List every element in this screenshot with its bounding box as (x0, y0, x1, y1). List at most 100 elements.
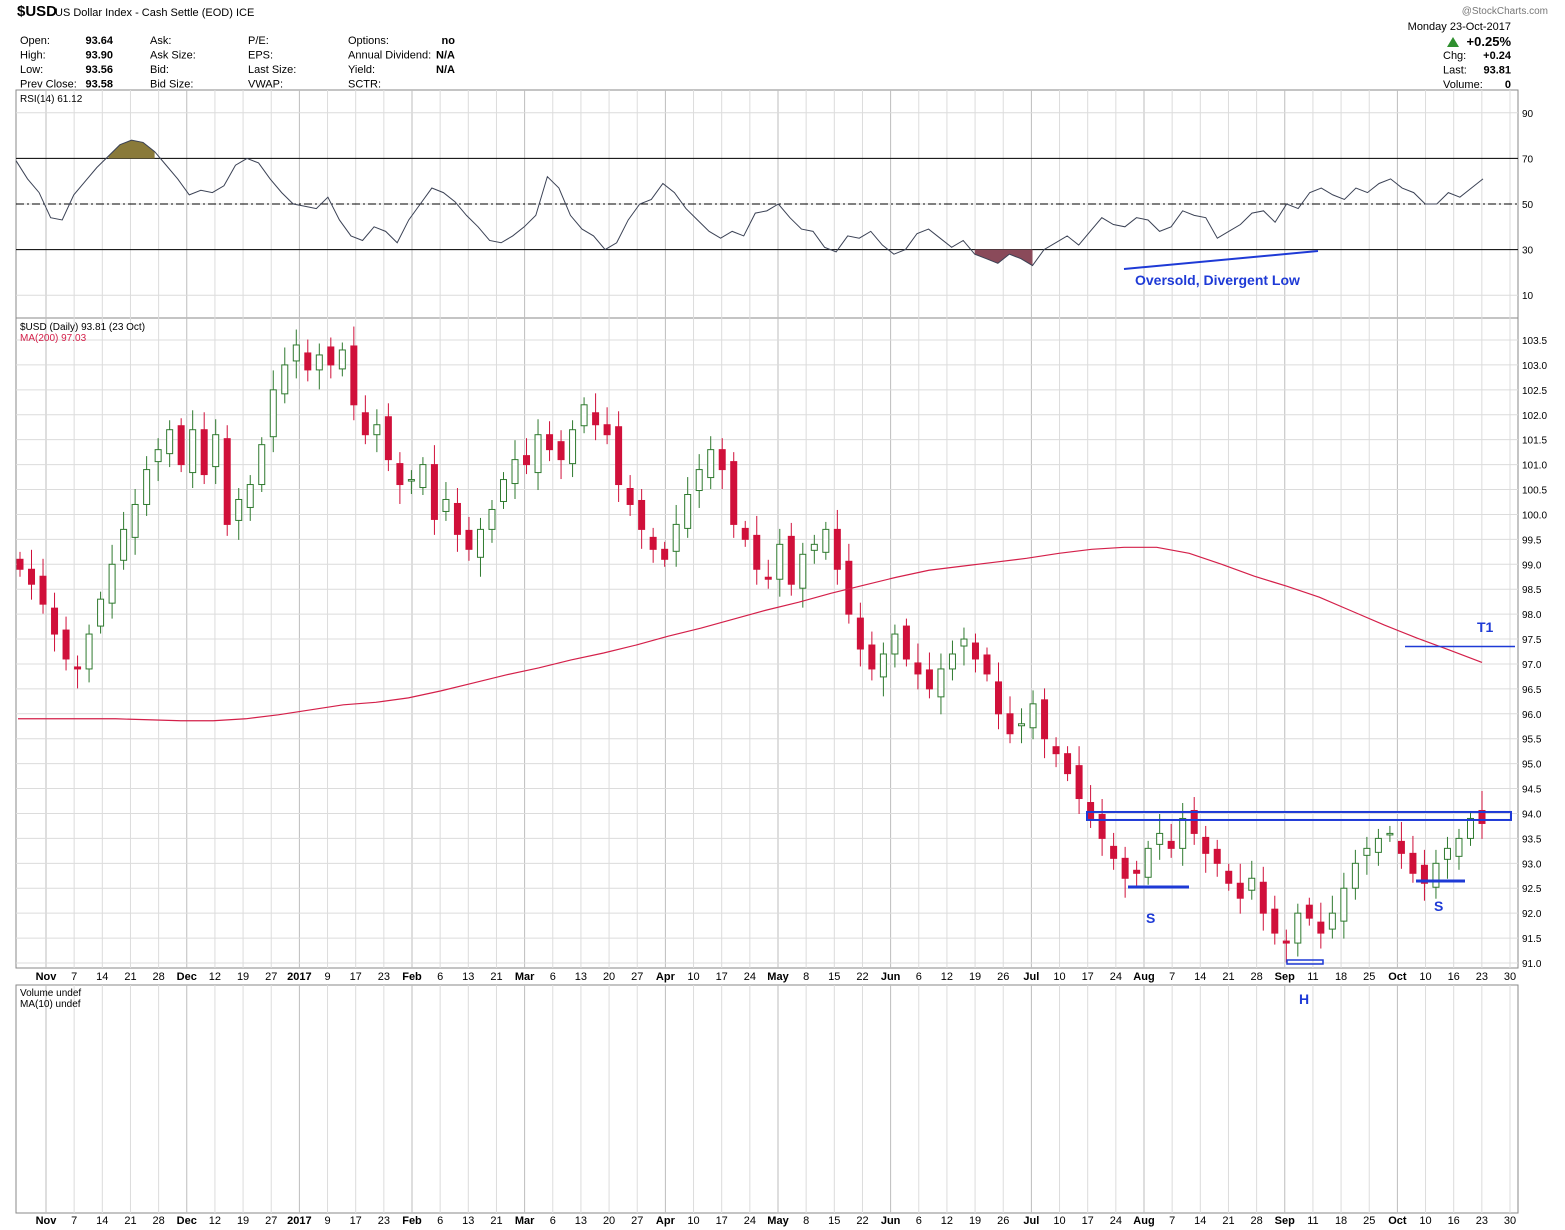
candle-body (1236, 882, 1244, 899)
price-panel (16, 326, 1515, 965)
annotation-head: H (1299, 991, 1309, 1007)
rsi-legend: RSI(14) 61.12 (20, 94, 83, 105)
stat-label: Chg: (1443, 50, 1466, 62)
candle-body (649, 536, 657, 550)
x-tick-label: 25 (1363, 1215, 1375, 1227)
y-tick-label: 100.0 (1522, 510, 1547, 521)
candle-body (1144, 847, 1152, 878)
stat-value: no (442, 35, 456, 47)
candle-body (396, 463, 404, 486)
x-tick-label: 8 (803, 1215, 809, 1227)
y-tick-label: 93.0 (1522, 859, 1542, 870)
price-legend: $USD (Daily) 93.81 (23 Oct) (20, 322, 145, 333)
candle-body (1156, 832, 1164, 845)
header: $USD US Dollar Index - Cash Settle (EOD)… (17, 3, 1548, 91)
x-tick-label: 16 (1448, 1215, 1460, 1227)
x-tick-label: 6 (437, 971, 443, 983)
candle-body (1294, 912, 1302, 944)
candle-body (695, 469, 703, 492)
y-tick-label: 102.0 (1522, 411, 1547, 422)
stat-value: +0.24 (1483, 50, 1512, 62)
candle-body (1443, 847, 1451, 860)
stat-label: Open: (20, 35, 50, 47)
candle-body (707, 449, 715, 479)
candle-body (1098, 813, 1106, 839)
candle-body (1202, 836, 1210, 854)
y-tick-label: 96.0 (1522, 710, 1542, 721)
x-tick-label: 24 (744, 1215, 756, 1227)
x-tick-label: 28 (1250, 971, 1262, 983)
candle-body (799, 553, 807, 589)
stock-chart: $USD US Dollar Index - Cash Settle (EOD)… (15, 3, 1548, 1227)
x-tick-label: 10 (687, 971, 699, 983)
candle-body (1340, 887, 1348, 922)
candle-body (1006, 713, 1014, 735)
y-tick-label: 94.5 (1522, 785, 1542, 796)
x-tick-label: 27 (265, 971, 277, 983)
candle-body (511, 459, 519, 485)
candle-body (1363, 847, 1371, 856)
stat-value: 93.56 (85, 64, 113, 76)
volume-ma-legend: MA(10) undef (20, 999, 81, 1010)
x-tick-label: 14 (1194, 1215, 1206, 1227)
x-tick-label: 16 (1448, 971, 1460, 983)
y-tick-label: 98.5 (1522, 585, 1542, 596)
x-tick-label: 23 (1476, 1215, 1488, 1227)
x-tick-label: 13 (462, 1215, 474, 1227)
x-tick-label: 12 (209, 971, 221, 983)
x-tick-label: May (767, 971, 789, 983)
candle-body (407, 479, 415, 482)
x-tick-label: 28 (152, 971, 164, 983)
candle-body (833, 528, 841, 570)
x-tick-label: 26 (997, 1215, 1009, 1227)
candle-body (546, 434, 554, 451)
candle-body (868, 644, 876, 670)
candle-body (1409, 852, 1417, 874)
stat-label: Ask: (150, 35, 171, 47)
change-percent: +0.25% (1467, 34, 1512, 49)
candle-body (1075, 765, 1083, 800)
stat-value: N/A (436, 50, 455, 62)
candle-body (1432, 862, 1440, 888)
candle-body (753, 534, 761, 570)
x-tick-label: 6 (437, 1215, 443, 1227)
x-tick-label: Feb (402, 1215, 422, 1227)
candle-body (1397, 840, 1405, 854)
candle-body (453, 502, 461, 535)
stat-label: VWAP: (248, 79, 283, 91)
candle-body (1179, 817, 1187, 849)
y-tick-label: 96.5 (1522, 685, 1542, 696)
candle-body (246, 484, 254, 508)
quote-stats: Open: 93.64 High: 93.90 Low: 93.56 Prev Close:… (20, 35, 1512, 91)
x-tick-label: 13 (462, 971, 474, 983)
stat-label: Last: (1443, 65, 1467, 77)
candle-body (476, 528, 484, 558)
x-tick-label: Nov (36, 971, 58, 983)
candle-body (108, 563, 116, 604)
x-tick-label: Nov (36, 1215, 58, 1227)
x-tick-label: 17 (1082, 971, 1094, 983)
stat-value: 93.58 (85, 79, 113, 91)
candle-body (177, 425, 185, 466)
y-tick-label: 90 (1522, 109, 1534, 120)
stat-label: Prev Close: (20, 79, 77, 91)
x-tick-label: Aug (1133, 1215, 1154, 1227)
x-tick-label: 7 (71, 1215, 77, 1227)
candle-body (1064, 753, 1072, 775)
candle-body (384, 416, 392, 461)
candle-body (189, 429, 197, 474)
candle-body (488, 508, 496, 530)
candle-body (499, 479, 507, 502)
candle-body (51, 607, 59, 635)
y-tick-label: 103.0 (1522, 361, 1547, 372)
stat-label: Bid Size: (150, 79, 193, 91)
x-tick-label: 19 (237, 971, 249, 983)
candle-body (97, 598, 105, 627)
y-tick-label: 99.5 (1522, 535, 1542, 546)
candle-body (914, 662, 922, 675)
candle-body (1259, 881, 1267, 914)
candle-body (1041, 699, 1049, 740)
y-tick-label: 97.0 (1522, 660, 1542, 671)
x-tick-label: 30 (1504, 1215, 1516, 1227)
candle-body (960, 638, 968, 647)
